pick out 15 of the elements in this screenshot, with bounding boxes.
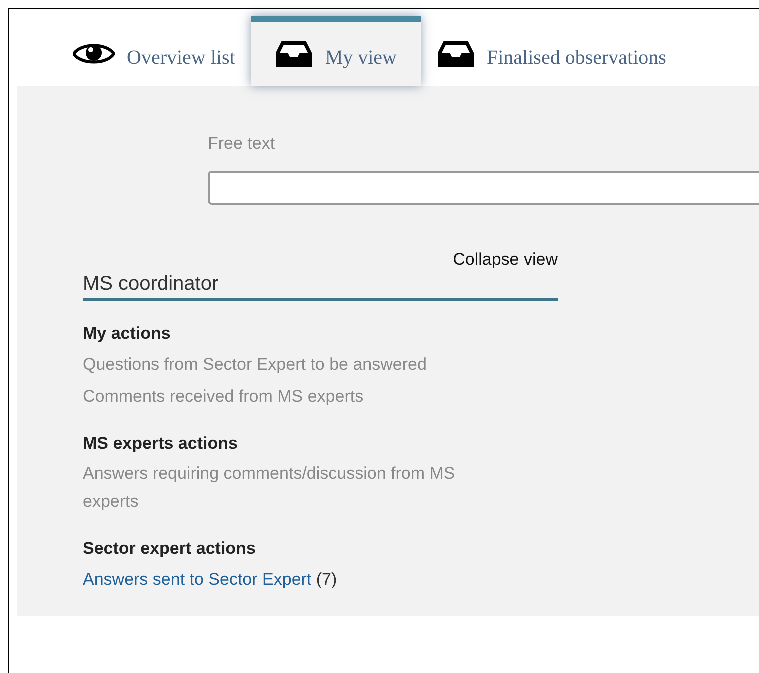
action-link: Answers requiring comments/discussion from MS experts [83,464,456,511]
field-label: Free text [208,133,276,155]
search-field[interactable] [208,170,759,204]
inbox-icon [436,39,475,69]
action-link[interactable]: Answers sent to Sector Expert [83,570,312,588]
section-title: MS experts actions [83,432,238,454]
item-count: (7) [315,570,338,588]
action-link: Comments received from MS experts [83,386,364,406]
inbox-icon [275,39,314,69]
role-heading: MS coordinator [83,272,558,301]
action-link: Questions from Sector Expert to be answered [83,354,427,374]
section-title: Sector expert actions [83,538,256,560]
collapse-link[interactable]: Collapse view [453,246,558,272]
section-title: My actions [83,323,171,345]
tab[interactable]: My view [251,16,421,86]
